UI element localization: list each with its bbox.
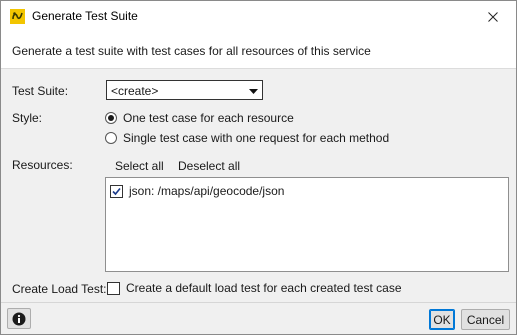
close-icon (488, 11, 498, 22)
window-title: Generate Test Suite (32, 9, 138, 23)
style-option-label: One test case for each resource (123, 111, 294, 125)
style-option-label: Single test case with one request for ea… (123, 131, 390, 145)
checkmark-icon (112, 187, 121, 195)
select-all-button[interactable]: Select all (115, 159, 164, 173)
help-button[interactable] (7, 308, 31, 329)
dropdown-arrow-icon (249, 85, 258, 99)
deselect-all-button[interactable]: Deselect all (178, 159, 240, 173)
ok-button-label: OK (433, 312, 451, 327)
resources-list[interactable]: json: /maps/api/geocode/json (105, 177, 509, 272)
cancel-button[interactable]: Cancel (461, 309, 510, 330)
title-bar[interactable]: Generate Test Suite (1, 1, 516, 32)
generate-test-suite-dialog: Generate Test Suite Generate a test suit… (0, 0, 517, 335)
create-load-test-label: Create Load Test: (12, 282, 107, 296)
load-test-option-label: Create a default load test for each crea… (126, 281, 402, 295)
style-option-one-per-resource[interactable]: One test case for each resource (105, 110, 294, 126)
close-button[interactable] (470, 1, 516, 32)
resources-label: Resources: (12, 158, 73, 172)
dialog-description: Generate a test suite with test cases fo… (12, 44, 371, 58)
resource-checkbox[interactable] (110, 184, 123, 198)
radio-button[interactable] (105, 132, 117, 144)
description-banner: Generate a test suite with test cases fo… (1, 32, 516, 69)
test-suite-select[interactable]: <create> (106, 80, 263, 100)
test-suite-selected-value: <create> (111, 84, 159, 98)
list-item[interactable]: json: /maps/api/geocode/json (110, 184, 284, 198)
info-icon (12, 312, 26, 325)
load-test-checkbox[interactable] (107, 281, 120, 295)
create-load-test-option[interactable]: Create a default load test for each crea… (107, 281, 402, 295)
resource-label: json: /maps/api/geocode/json (129, 184, 285, 198)
radio-button-checked[interactable] (105, 112, 117, 124)
soapui-app-icon (10, 9, 25, 24)
ok-button[interactable]: OK (429, 309, 455, 330)
cancel-button-label: Cancel (466, 312, 505, 327)
style-option-single-test-case[interactable]: Single test case with one request for ea… (105, 130, 389, 146)
test-suite-label: Test Suite: (12, 84, 69, 98)
style-label: Style: (12, 111, 43, 125)
dialog-footer: OK Cancel (1, 302, 516, 334)
